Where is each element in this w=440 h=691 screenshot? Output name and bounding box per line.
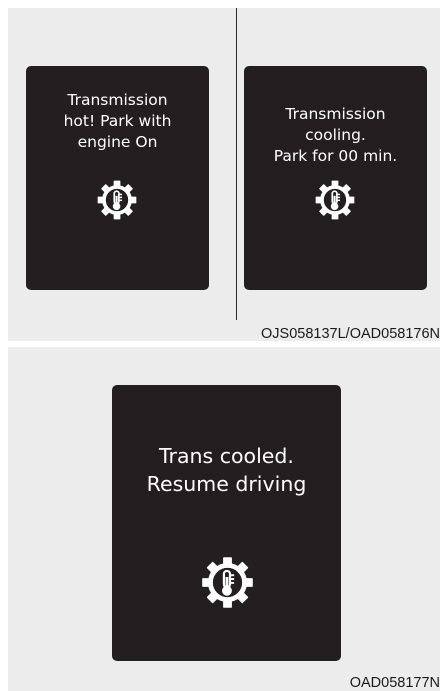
transmission-hot-screen: Transmission hot! Park with engine On [26,66,209,290]
message-text: Trans cooled. Resume driving [112,442,341,498]
bottom-figure-panel: Trans cooled. Resume driving OAD058177N [8,347,440,691]
message-line: Trans cooled. [159,444,294,468]
trans-cooled-screen: Trans cooled. Resume driving [112,385,341,661]
message-line: Transmission [67,91,168,109]
message-line: Resume driving [146,472,307,496]
transmission-cooling-screen: Transmission cooling. Park for 00 min. [244,66,427,290]
message-line: hot! Park with [63,112,172,130]
divider [236,8,237,320]
message-text: Transmission hot! Park with engine On [26,90,209,153]
transmission-temperature-gear-icon [96,179,138,221]
figure-code: OJS058137L/OAD058176N [261,326,440,342]
top-figure-panel: Transmission hot! Park with engine On Tr… [8,8,440,342]
message-text: Transmission cooling. Park for 00 min. [244,104,427,167]
figure-code: OAD058177N [349,675,440,691]
message-line: Transmission [285,105,386,123]
transmission-temperature-gear-icon [314,179,356,221]
message-line: cooling. [305,126,366,144]
message-line: Park for 00 min. [273,147,398,165]
transmission-temperature-gear-icon [200,555,255,610]
message-line: engine On [77,133,158,151]
